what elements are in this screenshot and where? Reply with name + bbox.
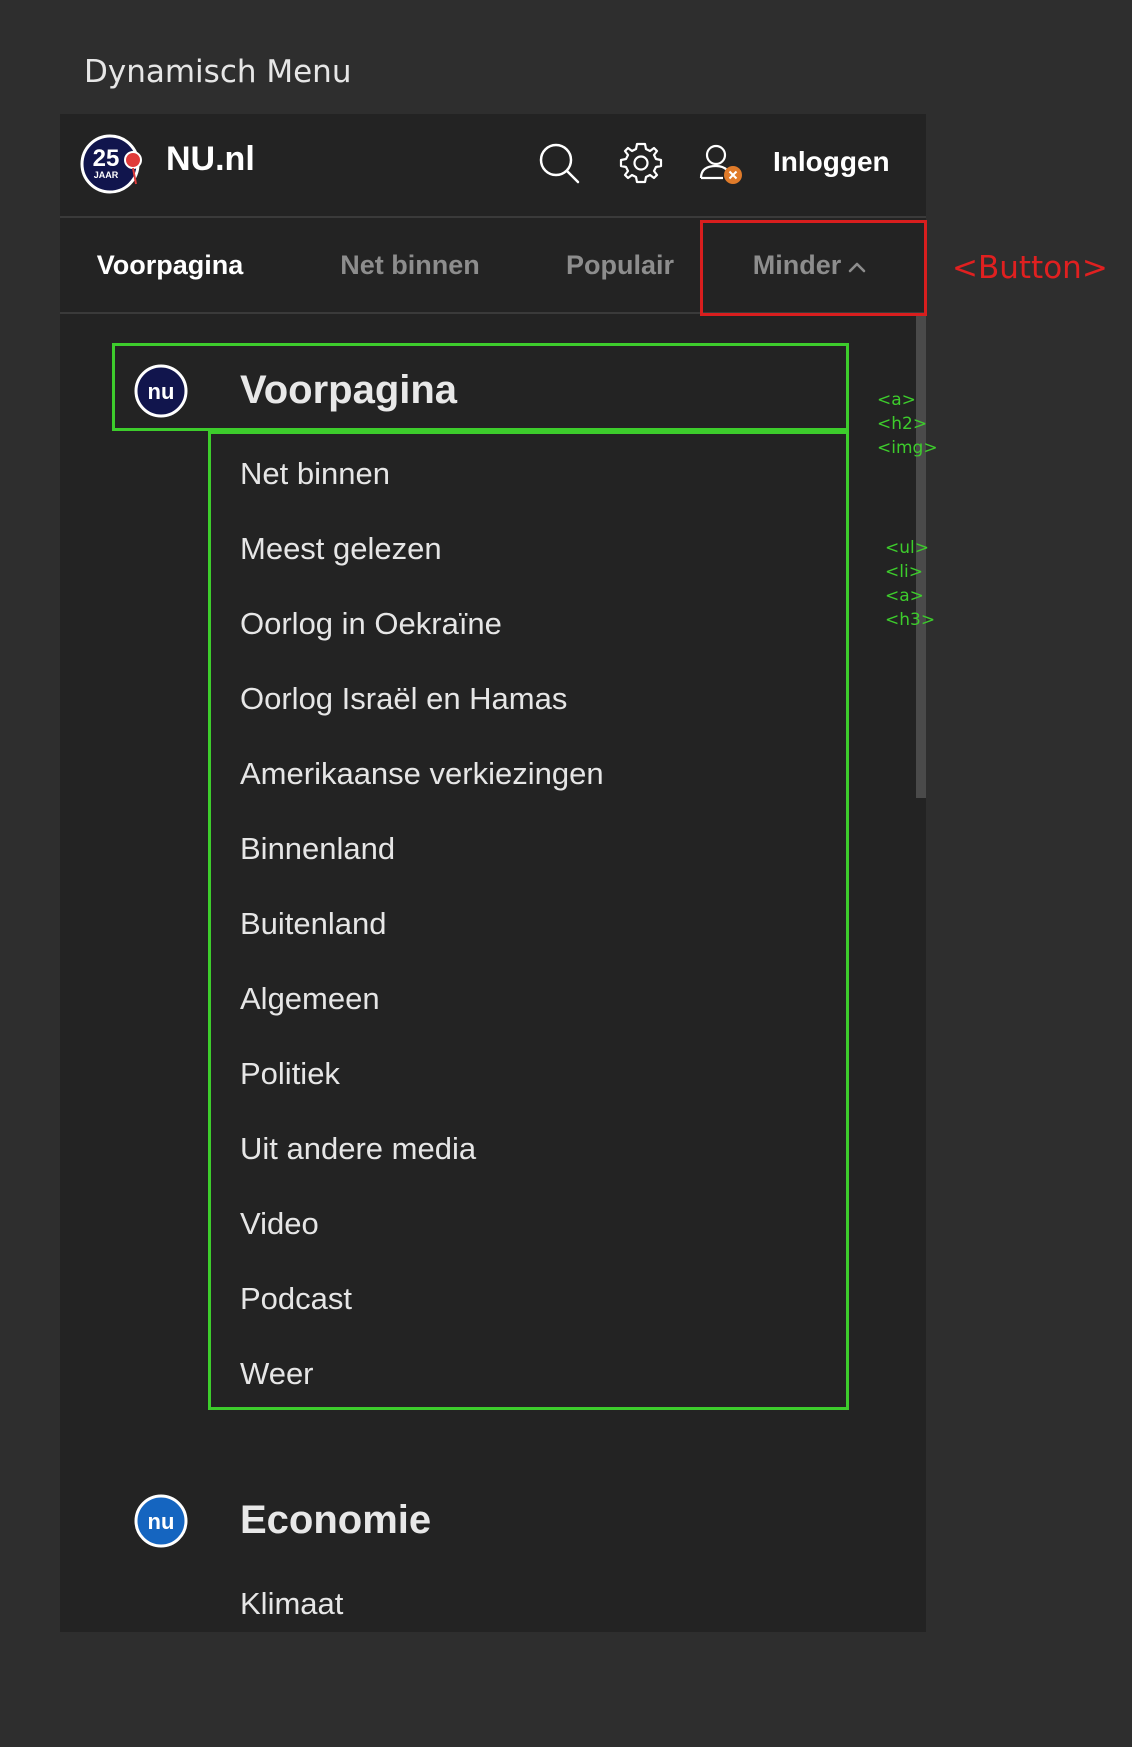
- svg-text:25: 25: [93, 145, 120, 172]
- button-annotation-label: <Button>: [952, 250, 1108, 286]
- tag-li: <li>: [885, 562, 923, 582]
- user-icon[interactable]: [696, 138, 746, 188]
- heading-annotation-box: [112, 343, 849, 431]
- nu-25-jaar-logo[interactable]: 25 JAAR: [80, 132, 144, 196]
- section-title-economie[interactable]: Economie: [240, 1498, 431, 1543]
- tab-voorpagina[interactable]: Voorpagina: [70, 218, 270, 312]
- heading-tag-annotation: <a> <h2> <img>: [877, 388, 938, 460]
- economie-menu-list: Klimaat: [240, 1566, 343, 1632]
- nu-logo-icon[interactable]: nu: [134, 1494, 188, 1548]
- login-link[interactable]: Inloggen: [773, 146, 890, 178]
- svg-text:nu: nu: [148, 1509, 175, 1534]
- tag-a: <a>: [877, 390, 916, 410]
- list-annotation-box: [208, 431, 849, 1410]
- svg-text:JAAR: JAAR: [94, 170, 119, 180]
- tab-populair[interactable]: Populair: [520, 218, 720, 312]
- list-tag-annotation: <ul> <li> <a> <h3>: [885, 536, 935, 632]
- tab-net-binnen[interactable]: Net binnen: [310, 218, 510, 312]
- tag-h2: <h2>: [877, 414, 928, 434]
- gear-icon[interactable]: [616, 138, 666, 188]
- scrollbar[interactable]: [916, 316, 926, 1632]
- site-header: 25 JAAR NU.nl Inloggen: [60, 114, 926, 218]
- brand-name[interactable]: NU.nl: [166, 140, 255, 179]
- tag-img: <img>: [877, 438, 938, 458]
- search-icon[interactable]: [534, 138, 584, 188]
- page-label: Dynamisch Menu: [84, 54, 352, 90]
- tag-ul: <ul>: [885, 538, 929, 558]
- menu-item-klimaat[interactable]: Klimaat: [240, 1566, 343, 1632]
- button-annotation-box: [700, 220, 927, 316]
- tag-h3: <h3>: [885, 610, 936, 630]
- tag-a: <a>: [885, 586, 924, 606]
